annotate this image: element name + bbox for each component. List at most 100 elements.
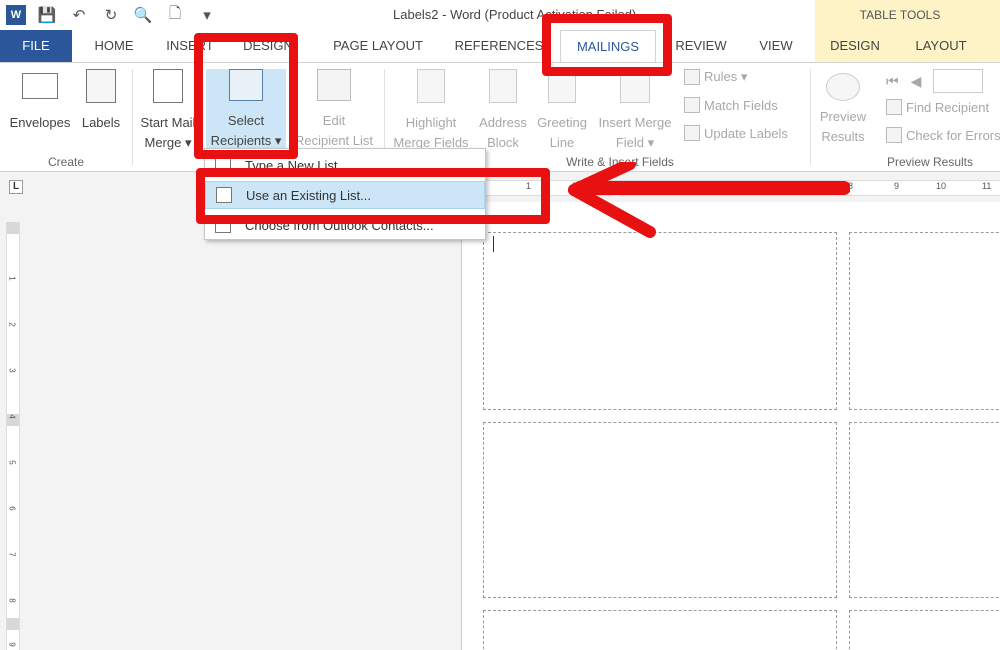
find-recipient-icon [886,99,902,115]
label-cell[interactable] [849,422,1000,598]
check-errors-label: Check for Errors [906,127,1000,143]
tab-home[interactable]: HOME [86,30,142,62]
highlight-merge-fields-button[interactable]: Highlight Merge Fields [388,69,474,153]
group-separator [132,69,133,165]
greeting-line-label-2: Line [549,135,575,150]
labels-button[interactable]: Labels [76,69,126,133]
vertical-ruler-tick: 8 [7,598,17,603]
annotation-box-select-recipients [194,33,298,159]
create-group-label: Create [47,155,85,169]
annotation-box-existing-list [196,168,550,224]
vertical-ruler-tick: 9 [7,642,17,647]
find-recipient-button[interactable]: Find Recipient [886,99,989,115]
vertical-ruler-tick: 6 [7,506,17,511]
insert-merge-field-label-2: Field ▾ [615,135,655,150]
check-errors-button[interactable]: Check for Errors [886,127,1000,143]
rules-icon [684,69,700,85]
record-number-input[interactable] [933,69,984,93]
tab-references[interactable]: REFERENCES [452,30,546,62]
redo-icon[interactable]: ↻ [100,4,122,26]
tab-table-layout[interactable]: LAYOUT [906,30,976,62]
record-navigation: ⏮ ◀ [886,69,984,93]
undo-icon[interactable]: ↶ [68,4,90,26]
ruler-margin-segment [7,222,19,234]
tab-view[interactable]: VIEW [750,30,802,62]
preview-group-label: Preview Results [886,155,974,169]
left-margin-area: 1 2 3 4 5 6 7 8 9 [0,202,462,650]
insert-merge-field-label-1: Insert Merge [598,115,672,130]
start-mail-merge-label-2: Merge ▾ [144,135,192,150]
customize-qat-icon[interactable]: ▾ [196,4,218,26]
match-fields-button[interactable]: Match Fields [684,97,778,113]
label-cell[interactable] [483,422,837,598]
labels-label: Labels [81,115,121,130]
text-cursor [493,236,494,252]
ribbon-tabs: FILE HOME INSERT DESIGN PAGE LAYOUT REFE… [0,30,1000,62]
table-tools-label: TABLE TOOLS [859,8,941,22]
vertical-ruler[interactable]: 1 2 3 4 5 6 7 8 9 [6,222,20,650]
print-preview-icon[interactable]: 🔍 [132,4,154,26]
tab-selector[interactable]: L [9,180,23,194]
label-cell[interactable] [849,610,1000,650]
greeting-line-button[interactable]: Greeting Line [532,69,592,153]
address-block-label-1: Address [479,115,527,130]
vertical-ruler-tick: 7 [7,552,17,557]
ruler-tick: 9 [894,181,900,191]
start-mail-merge-label-1: Start Mail [140,115,196,130]
ruler-margin-segment [7,618,19,630]
word-logo-icon: W [6,5,26,25]
tab-file[interactable]: FILE [0,30,72,62]
update-labels-button[interactable]: Update Labels [684,125,788,141]
preview-icon [826,73,860,101]
labels-icon [86,69,116,103]
greeting-line-label-1: Greeting [537,115,587,130]
update-labels-label: Update Labels [704,125,788,141]
ruler-tick: 10 [936,181,947,191]
preview-results-label-2: Results [821,129,865,144]
start-mail-merge-button[interactable]: Start Mail Merge ▾ [136,69,200,153]
new-document-icon[interactable]: 🗋 [164,4,186,26]
vertical-ruler-tick: 1 [7,276,17,281]
check-errors-icon [886,127,902,143]
envelopes-label: Envelopes [9,115,71,130]
rules-label: Rules ▾ [704,69,748,84]
rules-button[interactable]: Rules ▾ [684,69,747,85]
tab-review[interactable]: REVIEW [670,30,732,62]
quick-access-toolbar: W 💾 ↶ ↻ 🔍 🗋 ▾ [6,4,218,26]
edit-list-icon [317,69,351,101]
vertical-ruler-tick: 2 [7,322,17,327]
insert-merge-field-button[interactable]: Insert Merge Field ▾ [592,69,678,153]
document-icon [153,69,183,103]
document-page[interactable] [463,202,1000,650]
match-fields-label: Match Fields [704,97,778,113]
highlight-label-1: Highlight [405,115,457,130]
address-block-icon [489,69,517,103]
highlight-icon [417,69,445,103]
annotation-arrow-icon [568,162,850,238]
tab-table-design[interactable]: DESIGN [822,30,888,62]
preview-results-label-1: Preview [819,109,867,124]
match-fields-icon [684,97,700,113]
label-cell[interactable] [849,232,1000,410]
envelope-icon [22,73,58,99]
first-record-icon[interactable]: ⏮ [886,73,899,90]
group-separator [810,69,811,165]
vertical-ruler-tick: 4 [7,414,17,419]
previous-record-icon[interactable]: ◀ [911,73,922,90]
ribbon: Envelopes Labels Create Start Mail Merge… [0,62,1000,172]
label-cell[interactable] [483,610,837,650]
address-block-button[interactable]: Address Block [474,69,532,153]
find-recipient-label: Find Recipient [906,99,990,115]
ruler-tick: 11 [982,181,992,191]
preview-results-button[interactable]: Preview Results [814,73,872,147]
vertical-ruler-tick: 5 [7,460,17,465]
update-labels-icon [684,125,700,141]
envelopes-button[interactable]: Envelopes [4,73,76,133]
vertical-ruler-tick: 3 [7,368,17,373]
edit-recipient-label-1: Edit [322,113,346,128]
label-cell[interactable] [483,232,837,410]
annotation-box-mailings [542,14,672,76]
tab-page-layout[interactable]: PAGE LAYOUT [326,30,430,62]
edit-recipient-list-button[interactable]: Edit Recipient List [290,69,378,151]
save-icon[interactable]: 💾 [36,4,58,26]
